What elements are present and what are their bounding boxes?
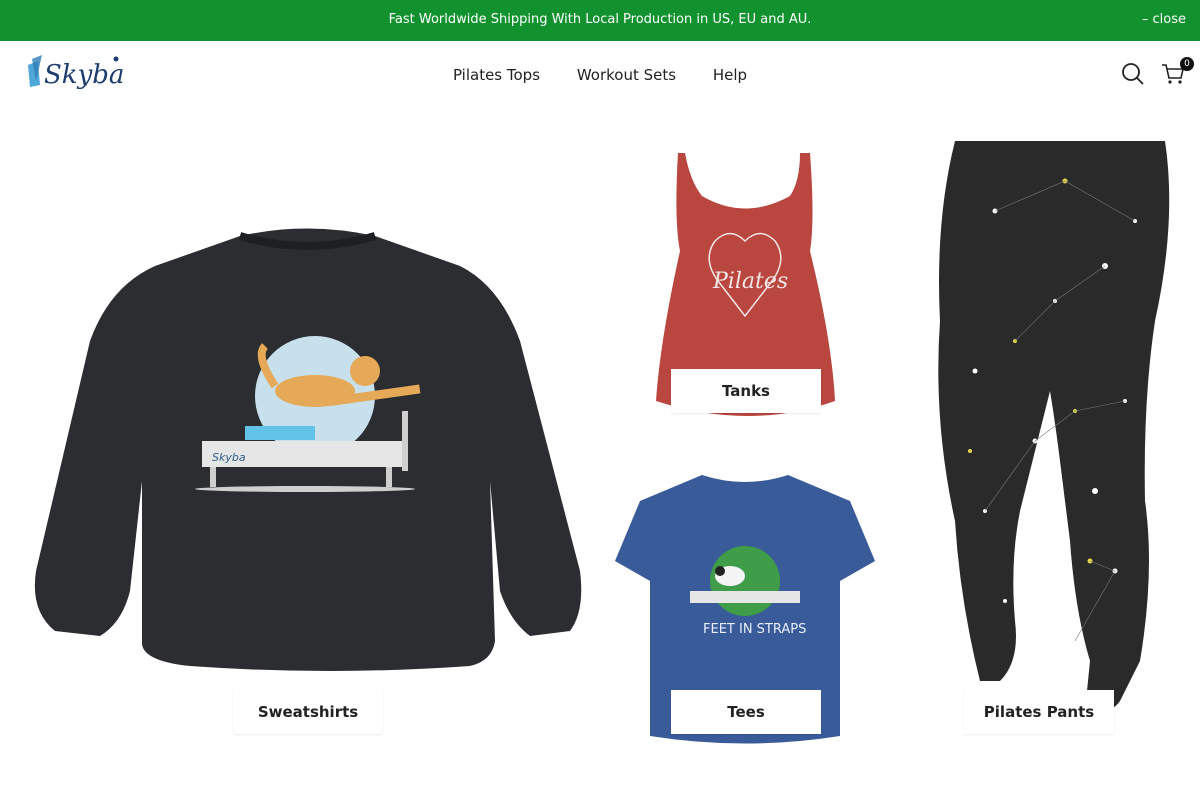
- tanks-label[interactable]: Tanks: [671, 369, 821, 413]
- tees-label[interactable]: Tees: [671, 690, 821, 734]
- sweatshirts-label[interactable]: Sweatshirts: [233, 690, 383, 734]
- main-nav: Pilates Tops Workout Sets Help: [0, 66, 1200, 84]
- collection-tile-pilates-pants[interactable]: Pilates Pants: [915, 141, 1185, 761]
- search-icon[interactable]: [1120, 61, 1146, 87]
- header-icons: 0: [1120, 57, 1194, 88]
- sweatshirt-image: Skyba: [34, 228, 582, 671]
- nav-help[interactable]: Help: [713, 66, 747, 84]
- pilates-pants-label[interactable]: Pilates Pants: [964, 690, 1114, 734]
- nav-workout-sets[interactable]: Workout Sets: [577, 66, 676, 84]
- tank-print-text: Pilates: [712, 269, 788, 294]
- collection-tile-tees[interactable]: FEET IN STRAPS Tees: [610, 461, 880, 761]
- collection-tile-sweatshirts[interactable]: Skyba Sweatshirts: [30, 141, 585, 761]
- cart-count-badge: 0: [1180, 57, 1194, 71]
- tee-print-text: FEET IN STRAPS: [703, 622, 806, 637]
- nav-pilates-tops[interactable]: Pilates Tops: [453, 66, 540, 84]
- announcement-close-button[interactable]: – close: [1142, 12, 1186, 27]
- collection-tile-tanks[interactable]: Pilates Tanks: [610, 141, 880, 431]
- cart-icon[interactable]: 0: [1160, 57, 1194, 87]
- site-header: Skyba Pilates Tops Workout Sets Help 0: [0, 41, 1200, 111]
- sweatshirt-print-text: Skyba: [212, 451, 246, 464]
- announcement-bar: Fast Worldwide Shipping With Local Produ…: [0, 0, 1200, 41]
- pants-image: [915, 141, 1185, 761]
- announcement-message: Fast Worldwide Shipping With Local Produ…: [388, 12, 812, 27]
